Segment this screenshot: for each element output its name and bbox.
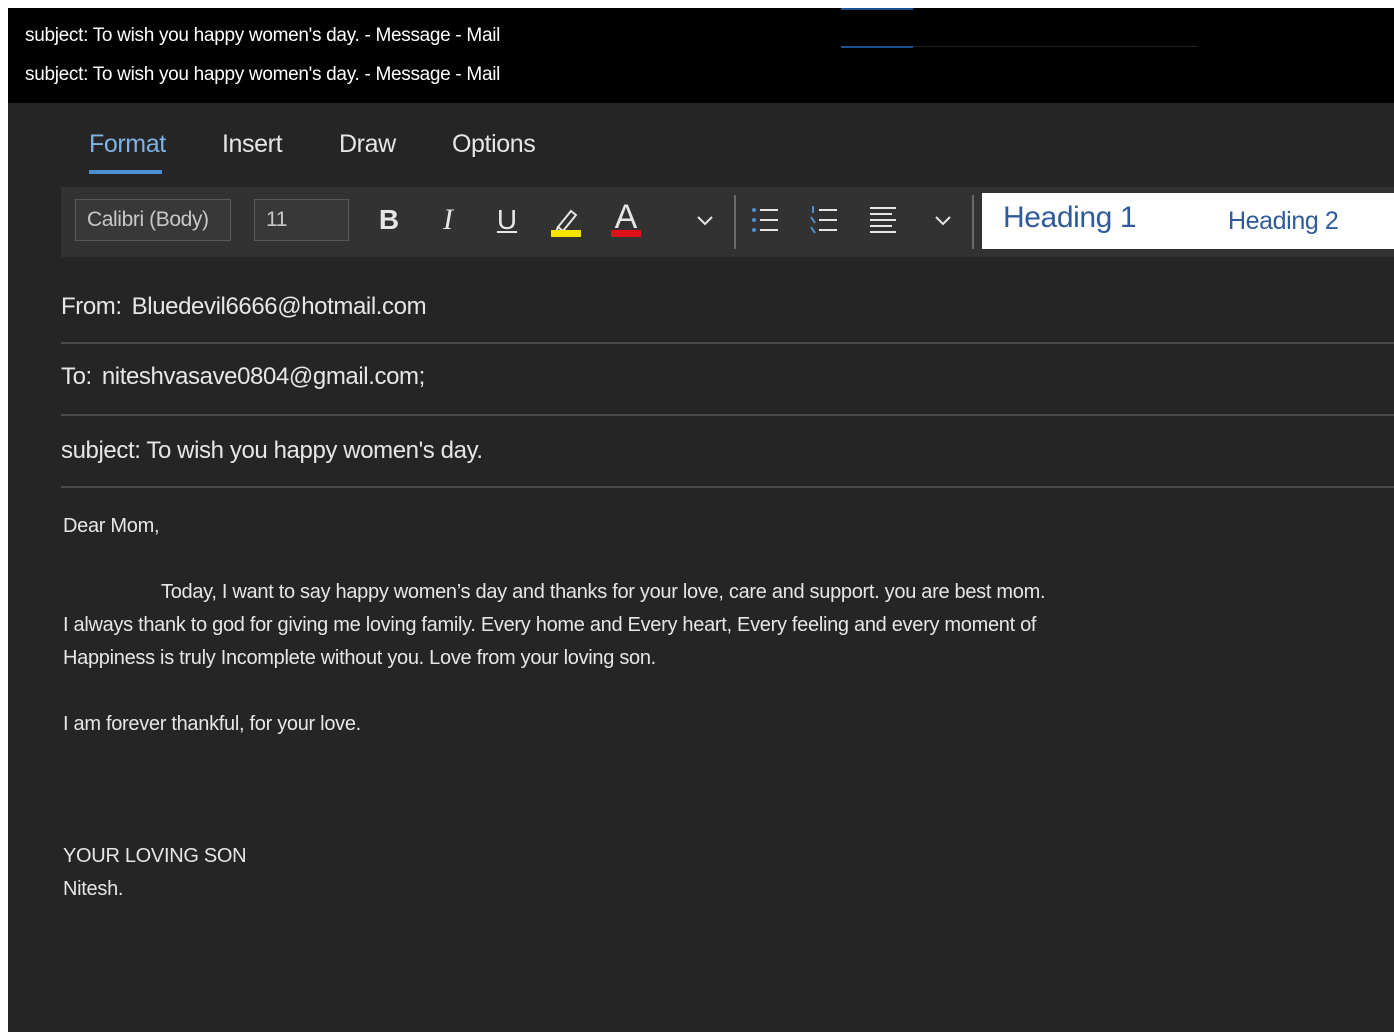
tab-format[interactable]: Format xyxy=(89,130,166,159)
from-value: Bluedevil6666@hotmail.com xyxy=(131,293,427,320)
body-line: Today, I want to say happy women’s day a… xyxy=(161,581,1046,603)
tab-options[interactable]: Options xyxy=(452,130,536,159)
tab-insert[interactable]: Insert xyxy=(222,130,283,159)
bullet-list-icon xyxy=(752,208,778,232)
styles-gallery: Heading 1 Heading 2 xyxy=(982,193,1394,249)
title-divider xyxy=(913,46,1198,47)
numbered-list-icon xyxy=(810,206,837,234)
more-paragraph-options-button[interactable] xyxy=(921,197,965,243)
format-ribbon: Calibri (Body) 11 B I U A Heading 1 Head… xyxy=(61,187,1394,257)
window-title: subject: To wish you happy women's day. … xyxy=(25,25,501,46)
bold-button[interactable]: B xyxy=(367,197,411,243)
to-label: To: xyxy=(61,363,92,390)
ribbon-separator xyxy=(734,195,736,249)
style-heading-2[interactable]: Heading 2 xyxy=(1228,207,1339,236)
chevron-down-icon xyxy=(697,216,713,226)
title-accent-top xyxy=(841,8,913,10)
signature-line: YOUR LOVING SON xyxy=(63,845,247,867)
chevron-down-icon xyxy=(935,216,951,226)
signature-name: Nitesh. xyxy=(63,878,124,900)
body-line: Happiness is truly Incomplete without yo… xyxy=(63,647,656,669)
tab-draw[interactable]: Draw xyxy=(339,130,396,159)
font-color-button[interactable]: A xyxy=(604,197,648,243)
from-field[interactable]: From: Bluedevil6666@hotmail.com xyxy=(61,293,1394,321)
style-heading-1[interactable]: Heading 1 xyxy=(1003,201,1137,235)
font-name-dropdown[interactable]: Calibri (Body) xyxy=(75,199,231,241)
align-button[interactable] xyxy=(861,197,905,243)
field-divider xyxy=(61,486,1394,488)
underline-button[interactable]: U xyxy=(485,197,529,243)
window-title-secondary: subject: To wish you happy women's day. … xyxy=(25,64,501,85)
align-left-icon xyxy=(870,207,896,233)
field-divider xyxy=(61,414,1394,416)
active-tab-indicator xyxy=(89,170,162,174)
numbered-list-button[interactable] xyxy=(803,197,847,243)
from-label: From: xyxy=(61,293,122,320)
body-line: I always thank to god for giving me lovi… xyxy=(63,614,1037,636)
ribbon-separator xyxy=(972,195,974,249)
font-color-swatch xyxy=(611,230,641,237)
to-recipient[interactable]: niteshvasave0804@gmail.com; xyxy=(102,363,425,390)
bullet-list-button[interactable] xyxy=(744,197,788,243)
highlight-color-swatch xyxy=(551,230,581,237)
italic-button[interactable]: I xyxy=(426,197,470,243)
to-field[interactable]: To: niteshvasave0804@gmail.com; xyxy=(61,363,1394,391)
field-divider xyxy=(61,342,1394,344)
highlight-button[interactable] xyxy=(544,197,588,243)
body-closing: I am forever thankful, for your love. xyxy=(63,713,361,735)
title-accent xyxy=(841,46,913,48)
body-greeting: Dear Mom, xyxy=(63,515,160,537)
font-size-dropdown[interactable]: 11 xyxy=(254,199,349,241)
subject-field[interactable]: subject: To wish you happy women's day. xyxy=(61,437,1394,465)
mail-compose-window: subject: To wish you happy women's day. … xyxy=(8,8,1394,1032)
title-bar: subject: To wish you happy women's day. … xyxy=(8,8,1394,103)
more-font-options-button[interactable] xyxy=(683,197,727,243)
